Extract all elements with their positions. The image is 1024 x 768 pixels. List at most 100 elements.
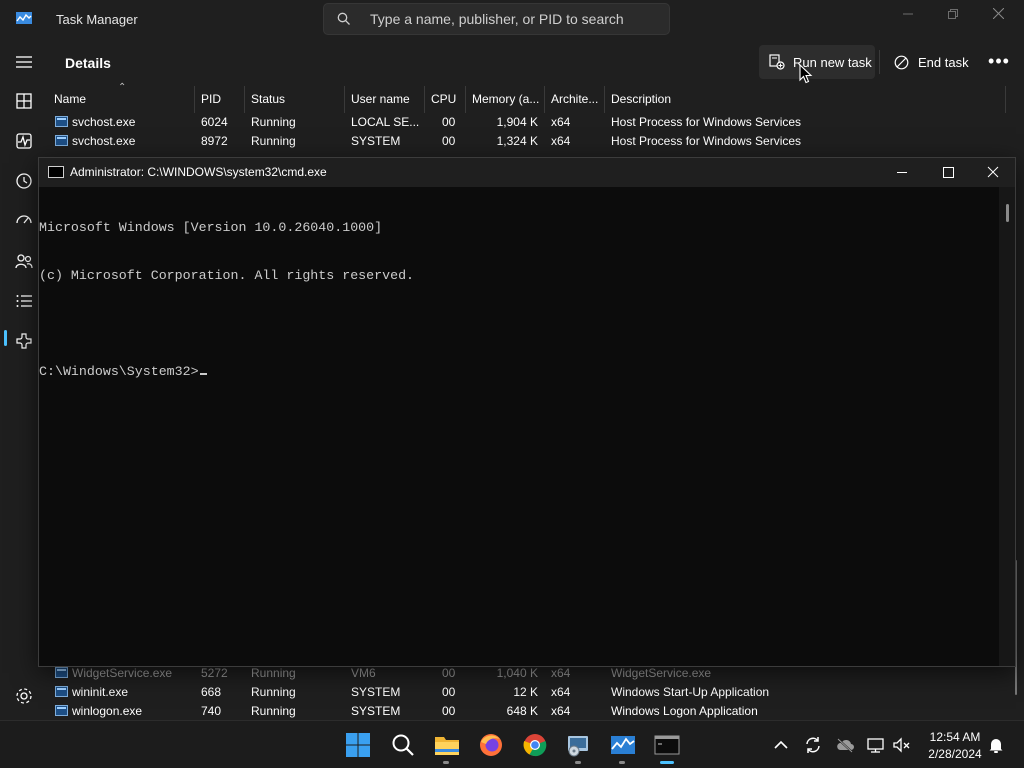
process-memory: 1,040 K (496, 666, 538, 680)
console-line: Microsoft Windows [Version 10.0.26040.10… (39, 220, 383, 235)
process-user: SYSTEM (351, 134, 401, 148)
restore-button[interactable] (931, 4, 975, 26)
running-indicator (575, 761, 581, 764)
users-icon[interactable] (14, 251, 34, 271)
cmd-app-icon (48, 166, 64, 178)
startup-apps-icon[interactable] (14, 211, 34, 231)
table-header: Name ⌃ PID Status User name CPU Memory (… (48, 82, 1006, 113)
details-icon[interactable] (14, 291, 34, 311)
hamburger-menu-icon[interactable] (14, 52, 34, 72)
process-user: LOCAL SE... (351, 115, 420, 129)
maximize-icon (943, 167, 954, 178)
cmd-maximize-button[interactable] (925, 158, 971, 187)
performance-icon[interactable] (14, 131, 34, 151)
process-name: winlogon.exe (72, 704, 143, 718)
notifications-bell-icon[interactable] (986, 735, 1006, 755)
process-architecture: x64 (551, 134, 571, 148)
column-header-status[interactable]: Status (245, 86, 345, 113)
task-manager-title: Task Manager (56, 12, 138, 27)
console-output[interactable]: Microsoft Windows [Version 10.0.26040.10… (39, 187, 999, 666)
process-cpu: 00 (442, 134, 456, 148)
clock-date[interactable]: 2/28/2024 (920, 747, 990, 761)
process-status: Running (251, 685, 296, 699)
process-architecture: x64 (551, 704, 571, 718)
taskbar-search-button[interactable] (388, 730, 418, 760)
mouse-pointer-icon (799, 64, 813, 84)
column-header-description[interactable]: Description (605, 86, 1006, 113)
chrome-button[interactable] (520, 730, 550, 760)
process-architecture: x64 (551, 666, 571, 680)
start-icon (346, 733, 370, 757)
cmd-minimize-button[interactable] (879, 158, 925, 187)
search-icon (392, 734, 414, 756)
table-row[interactable]: svchost.exe 8972 Running SYSTEM 00 1,324… (48, 131, 1006, 150)
end-task-button[interactable]: End task (886, 45, 970, 79)
run-new-task-button[interactable]: Run new task (759, 45, 875, 79)
process-architecture: x64 (551, 115, 571, 129)
firefox-button[interactable] (476, 730, 506, 760)
column-header-user-name[interactable]: User name (345, 86, 425, 113)
sync-icon[interactable] (803, 735, 823, 755)
search-input[interactable] (370, 9, 660, 29)
process-description: WidgetService.exe (611, 666, 712, 680)
process-pid: 668 (201, 685, 222, 699)
process-memory: 1,904 K (496, 115, 538, 129)
table-row[interactable]: winlogon.exe 740 Running SYSTEM 00 648 K… (48, 701, 1006, 720)
toolbar-divider (879, 50, 880, 74)
process-status: Running (251, 134, 296, 148)
volume-muted-icon[interactable] (892, 735, 912, 755)
cmd-scroll-thumb[interactable] (1006, 204, 1009, 222)
process-memory: 12 K (513, 685, 538, 699)
processes-icon[interactable] (14, 91, 34, 111)
process-cpu: 00 (442, 704, 456, 718)
close-icon (992, 7, 1004, 20)
running-indicator (443, 761, 449, 764)
clock-time[interactable]: 12:54 AM (920, 730, 990, 744)
network-icon[interactable] (866, 735, 886, 755)
running-indicator (619, 761, 625, 764)
command-prompt-window: Administrator: C:\WINDOWS\system32\cmd.e… (38, 157, 1016, 667)
process-name: WidgetService.exe (72, 666, 173, 680)
minimize-button[interactable] (886, 4, 930, 26)
process-pid: 740 (201, 704, 222, 718)
column-header-memory[interactable]: Memory (a... (466, 86, 545, 113)
process-name: svchost.exe (72, 115, 136, 129)
page-title: Details (65, 55, 111, 71)
process-user: VM6 (351, 666, 376, 680)
settings-icon[interactable] (14, 686, 34, 706)
table-row[interactable]: svchost.exe 6024 Running LOCAL SE... 00 … (48, 112, 1006, 131)
process-memory: 1,324 K (496, 134, 538, 148)
services-icon[interactable] (14, 331, 34, 351)
chrome-icon (523, 734, 547, 757)
process-status: Running (251, 704, 296, 718)
cmd-close-button[interactable] (970, 158, 1016, 187)
run-new-task-icon (769, 54, 785, 70)
app-history-icon[interactable] (14, 171, 34, 191)
start-button[interactable] (343, 730, 373, 760)
firefox-icon (480, 734, 502, 756)
more-options-button[interactable]: ••• (984, 45, 1014, 79)
disk-utility-button[interactable] (564, 730, 594, 764)
taskbar: 12:54 AM 2/28/2024 (0, 720, 1024, 768)
process-pid: 5272 (201, 666, 228, 680)
process-status: Running (251, 666, 296, 680)
column-header-architecture[interactable]: Archite... (545, 86, 605, 113)
close-button[interactable] (976, 4, 1020, 26)
process-name: svchost.exe (72, 134, 136, 148)
terminal-taskbar-button[interactable] (652, 730, 682, 764)
onedrive-cloud-icon[interactable] (835, 735, 855, 755)
search-box[interactable] (323, 3, 670, 35)
process-icon (55, 135, 68, 146)
file-explorer-button[interactable] (432, 730, 462, 764)
console-line: (c) Microsoft Corporation. All rights re… (39, 268, 415, 283)
process-pid: 8972 (201, 134, 228, 148)
task-manager-taskbar-button[interactable] (608, 730, 638, 764)
end-task-label: End task (918, 55, 969, 70)
process-cpu: 00 (442, 666, 456, 680)
cmd-titlebar[interactable]: Administrator: C:\WINDOWS\system32\cmd.e… (39, 158, 1015, 187)
cmd-scrollbar[interactable] (999, 187, 1015, 666)
column-header-cpu[interactable]: CPU (425, 86, 466, 113)
table-row[interactable]: wininit.exe 668 Running SYSTEM 00 12 K x… (48, 682, 1006, 701)
show-hidden-icons-chevron-up-icon[interactable] (771, 735, 791, 755)
column-header-pid[interactable]: PID (195, 86, 245, 113)
